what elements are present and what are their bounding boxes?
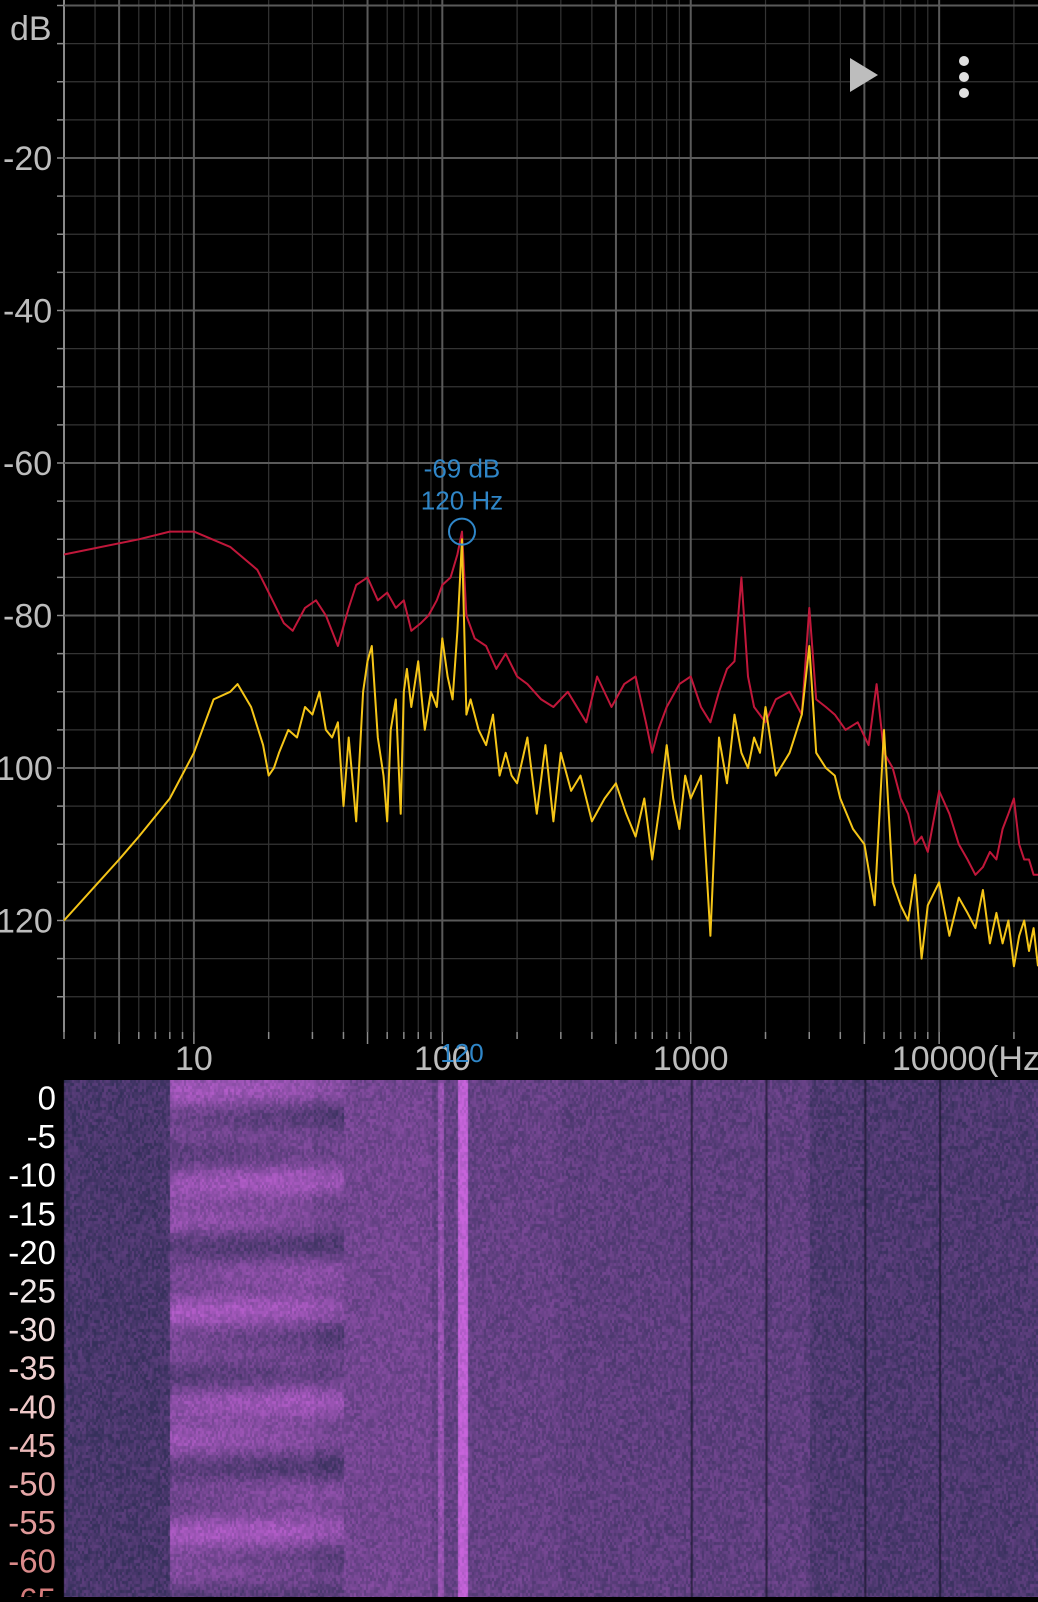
time-tick-label: -50 bbox=[8, 1466, 56, 1503]
time-tick-label: -65 bbox=[8, 1581, 56, 1597]
overflow-menu-button[interactable] bbox=[948, 50, 984, 102]
x-tick-label: 1000 bbox=[653, 1040, 729, 1078]
time-tick-label: 0 bbox=[38, 1080, 56, 1117]
x-tick-label: 10000 bbox=[892, 1040, 987, 1078]
y-tick-label: 120 bbox=[0, 903, 53, 941]
peak-db-label: -69 dB bbox=[424, 454, 501, 484]
time-tick-label: -20 bbox=[8, 1234, 56, 1271]
time-tick-label: -25 bbox=[8, 1273, 56, 1310]
more-vert-icon bbox=[959, 56, 969, 98]
time-tick-label: -10 bbox=[8, 1157, 56, 1194]
peak-x-axis-label: 120 bbox=[440, 1038, 483, 1068]
y-tick-label: -40 bbox=[3, 293, 52, 331]
spectrum-svg: -20-40-60-80100120 10 100 1000 10000 (Hz dB … bbox=[0, 0, 1038, 1080]
y-tick-label: 100 bbox=[0, 750, 53, 788]
peak-hz-label: 120 Hz bbox=[421, 486, 503, 516]
time-tick-label: -35 bbox=[8, 1350, 56, 1387]
x-unit-label: (Hz bbox=[987, 1040, 1038, 1078]
y-tick-label: -20 bbox=[3, 140, 52, 178]
y-tick-label: -60 bbox=[3, 445, 52, 483]
time-tick-label: -30 bbox=[8, 1311, 56, 1348]
spectrogram-waterfall[interactable]: 0-5-10-15-20-25-30-35-40-45-50-55-60-65 bbox=[0, 1080, 1038, 1597]
time-tick-label: -5 bbox=[27, 1118, 56, 1155]
spectrum-plot[interactable]: -20 -40 -60 -80 100 120 10 100 1000 10000 (Hz dB … bbox=[0, 0, 1038, 1080]
play-button[interactable] bbox=[836, 50, 886, 100]
time-tick-label: -15 bbox=[8, 1195, 56, 1232]
time-tick-label: -55 bbox=[8, 1504, 56, 1541]
y-unit-label: dB bbox=[10, 10, 52, 48]
y-tick-label: -80 bbox=[3, 598, 52, 636]
time-tick-label: -40 bbox=[8, 1388, 56, 1425]
x-tick-label: 10 bbox=[175, 1040, 213, 1078]
time-tick-label: -45 bbox=[8, 1427, 56, 1464]
time-tick-label: -60 bbox=[8, 1543, 56, 1580]
spectrogram-time-axis: 0-5-10-15-20-25-30-35-40-45-50-55-60-65 bbox=[8, 1080, 56, 1597]
